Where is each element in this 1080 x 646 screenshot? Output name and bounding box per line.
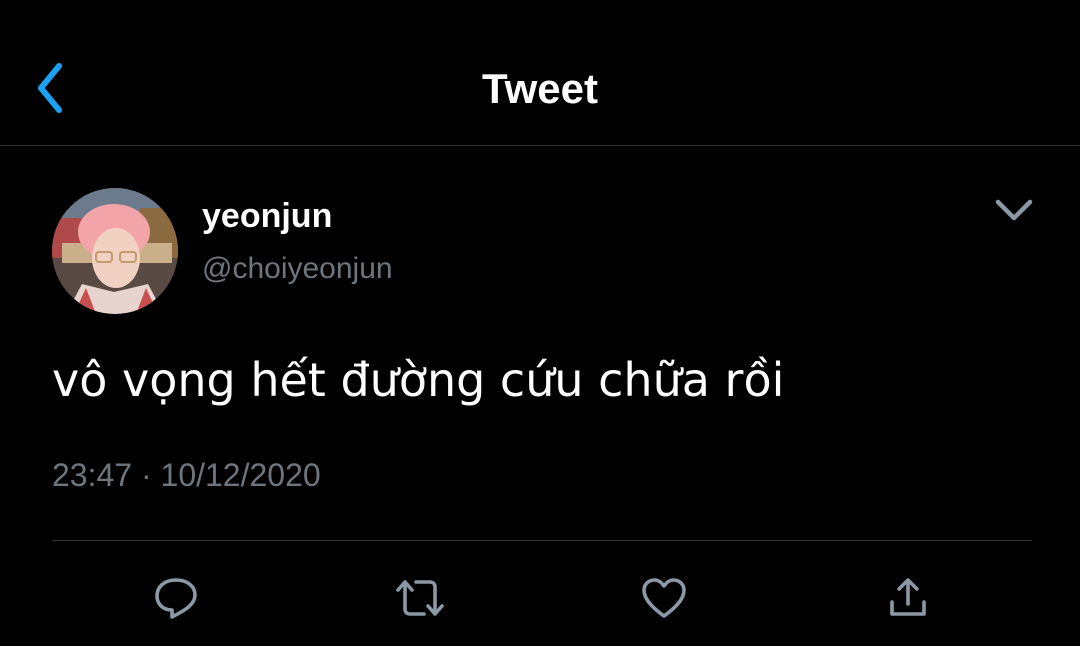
page-title: Tweet — [482, 65, 598, 112]
share-button[interactable] — [880, 572, 936, 624]
share-icon — [890, 578, 926, 616]
avatar[interactable] — [52, 188, 178, 314]
more-options-button[interactable] — [988, 188, 1040, 232]
like-button[interactable] — [636, 572, 692, 624]
heart-icon — [642, 578, 686, 618]
avatar-image — [52, 188, 178, 314]
tweet-text: vô vọng hết đường cứu chữa rồi — [52, 353, 785, 407]
tweet-date: 10/12/2020 — [160, 457, 321, 493]
divider — [52, 540, 1032, 541]
author-display-name[interactable]: yeonjun — [202, 196, 332, 236]
retweet-button[interactable] — [392, 572, 448, 624]
top-navigation-bar: Tweet — [0, 0, 1080, 146]
reply-button[interactable] — [148, 572, 204, 624]
reply-icon — [155, 578, 197, 619]
meta-separator: · — [140, 457, 152, 493]
retweet-icon — [396, 580, 444, 616]
tweet-timestamp: 23:47 · 10/12/2020 — [52, 456, 321, 494]
chevron-down-icon — [995, 199, 1033, 221]
author-handle[interactable]: @choiyeonjun — [202, 251, 393, 287]
tweet-time: 23:47 — [52, 457, 133, 493]
